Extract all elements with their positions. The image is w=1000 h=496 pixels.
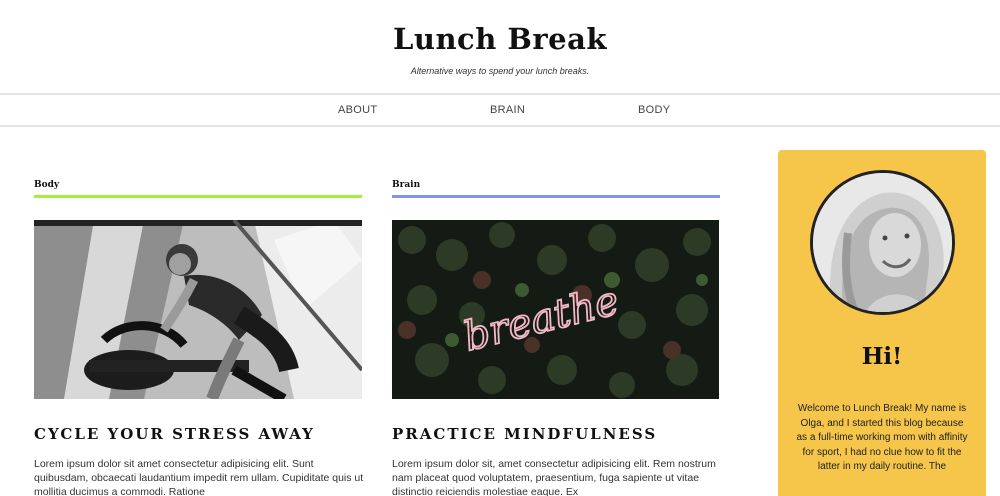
- post-category[interactable]: Body: [34, 180, 362, 193]
- post-image-cycling[interactable]: [34, 220, 362, 399]
- post-category[interactable]: Brain: [392, 180, 720, 193]
- main-nav: ABOUT BRAIN BODY: [0, 93, 1000, 127]
- site-title[interactable]: Lunch Break: [0, 22, 1000, 56]
- avatar: [810, 170, 955, 315]
- sidebar-bio: Welcome to Lunch Break! My name is Olga,…: [796, 403, 968, 472]
- site-header: Lunch Break Alternative ways to spend yo…: [0, 0, 1000, 93]
- post-card-body: Body CYCLE YOUR STRESS AWAY Lorem ipsum …: [34, 180, 363, 496]
- post-excerpt: Lorem ipsum dolor sit, amet consectetur …: [392, 458, 716, 496]
- category-accent-line: [34, 195, 362, 198]
- post-title[interactable]: CYCLE YOUR STRESS AWAY: [34, 425, 315, 443]
- post-card-brain: Brain breathe PRACTICE MINDFULNESS Lorem…: [392, 180, 720, 496]
- site-tagline: Alternative ways to spend your lunch bre…: [410, 66, 590, 76]
- post-title[interactable]: PRACTICE MINDFULNESS: [392, 425, 657, 443]
- nav-item-body[interactable]: BODY: [638, 104, 670, 116]
- post-image-breathe[interactable]: breathe: [392, 220, 719, 399]
- post-excerpt: Lorem ipsum dolor sit amet consectetur a…: [34, 458, 364, 496]
- category-accent-line: [392, 195, 720, 198]
- sidebar-greeting: Hi!: [861, 343, 903, 370]
- about-sidebar: Hi! Welcome to Lunch Break! My name is O…: [778, 150, 986, 496]
- nav-item-about[interactable]: ABOUT: [338, 104, 377, 116]
- nav-item-brain[interactable]: BRAIN: [490, 104, 525, 116]
